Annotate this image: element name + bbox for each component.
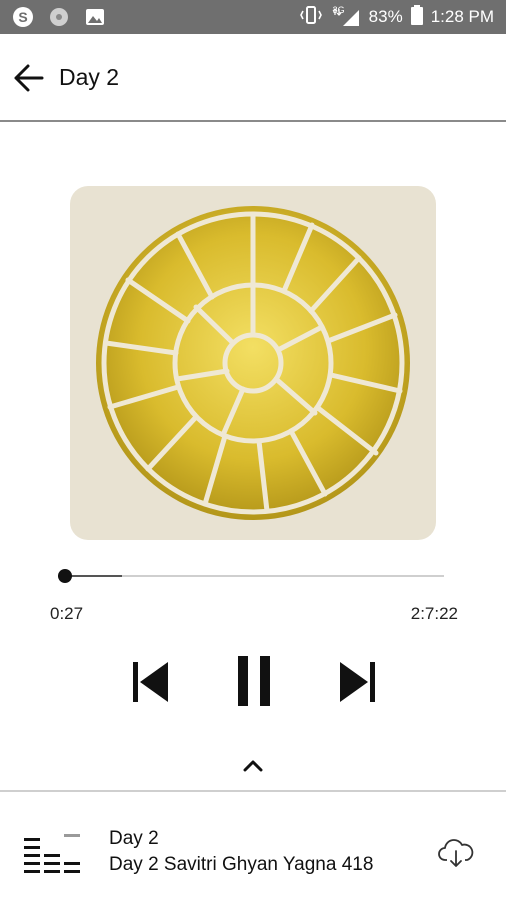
svg-text:S: S <box>18 9 27 25</box>
pause-button[interactable] <box>230 652 278 710</box>
image-icon <box>84 6 106 28</box>
skype-icon: S <box>12 6 34 28</box>
clock: 1:28 PM <box>430 7 494 26</box>
seek-thumb[interactable] <box>58 569 72 583</box>
current-time: 0:27 <box>50 604 84 623</box>
golden-lotus-emblem <box>96 206 410 520</box>
page-title: Day 2 <box>59 64 120 90</box>
status-bar: S 3G 83% 1:28 PM <box>0 0 506 34</box>
arrow-back-icon <box>14 64 44 92</box>
pause-icon <box>238 656 270 706</box>
record-icon <box>48 6 70 28</box>
battery-percent: 83% <box>368 7 403 26</box>
cloud-download-icon <box>438 839 474 867</box>
battery-icon <box>410 4 423 30</box>
expand-button[interactable] <box>236 752 270 780</box>
status-bar-notifications: S <box>12 6 106 28</box>
app-bar: Day 2 <box>0 34 506 122</box>
equalizer-icon <box>24 834 80 873</box>
back-button[interactable] <box>8 60 48 96</box>
skip-previous-icon <box>133 662 168 702</box>
mini-player-subtitle: Day 2 Savitri Ghyan Yagna 418 <box>109 854 374 875</box>
skip-next-button[interactable] <box>334 656 382 708</box>
skip-next-icon <box>340 662 375 702</box>
skip-previous-button[interactable] <box>126 656 174 708</box>
mini-player-title: Day 2 <box>109 828 159 849</box>
status-bar-system: 3G 83% 1:28 PM <box>299 0 494 34</box>
signal-icon: 3G <box>331 5 361 27</box>
vibrate-icon <box>299 5 323 30</box>
network-type: 3G <box>332 5 345 15</box>
download-button[interactable] <box>436 836 476 870</box>
seek-bar[interactable] <box>58 566 444 586</box>
album-artwork <box>70 186 436 540</box>
mini-player[interactable]: Day 2 Day 2 Savitri Ghyan Yagna 418 <box>0 790 506 900</box>
chevron-up-icon <box>243 760 263 772</box>
total-time: 2:7:22 <box>410 604 458 623</box>
